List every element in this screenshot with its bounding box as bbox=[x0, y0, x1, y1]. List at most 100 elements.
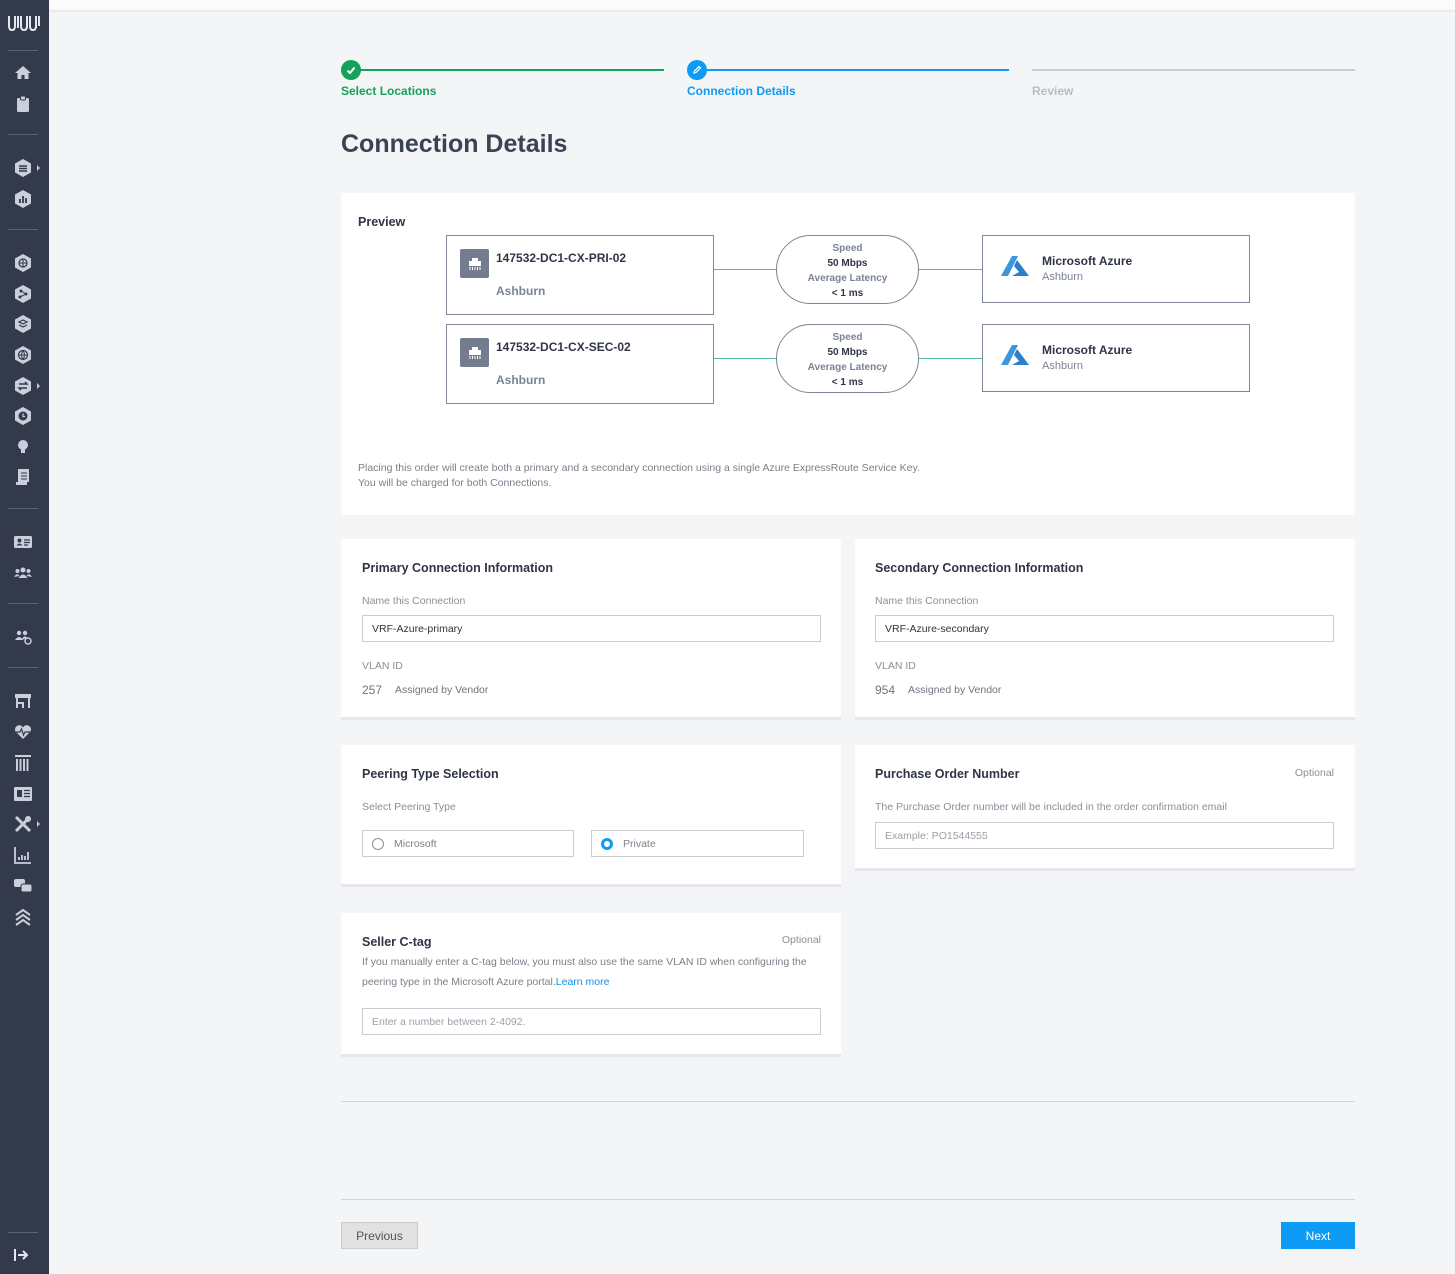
step-connector bbox=[1032, 69, 1355, 71]
card-title: Primary Connection Information bbox=[362, 561, 553, 575]
step-1-complete[interactable] bbox=[341, 60, 361, 80]
port-name: 147532-DC1-CX-SEC-02 bbox=[496, 340, 631, 354]
sidebar-item-reports[interactable] bbox=[12, 844, 34, 866]
sidebar-item-exchange[interactable] bbox=[12, 375, 34, 397]
sidebar-item-home[interactable] bbox=[12, 62, 34, 84]
sidebar-item-tools[interactable] bbox=[12, 813, 34, 835]
sidebar-item-insights[interactable] bbox=[12, 436, 34, 458]
card-title: Purchase Order Number bbox=[875, 767, 1020, 781]
sidebar-item-docs[interactable] bbox=[12, 466, 34, 488]
sidebar-item-marketplace[interactable] bbox=[12, 690, 34, 712]
equinix-logo-icon[interactable] bbox=[7, 12, 41, 34]
connection-name-label: Name this Connection bbox=[362, 595, 466, 607]
latency-value: < 1 ms bbox=[831, 377, 864, 388]
connection-line bbox=[919, 358, 982, 359]
learn-more-link[interactable]: Learn more bbox=[556, 976, 610, 988]
purchase-order-card: Purchase Order Number Optional The Purch… bbox=[855, 745, 1355, 871]
connection-name-label: Name this Connection bbox=[875, 595, 979, 607]
network-hex-icon bbox=[15, 254, 31, 272]
sidebar-divider bbox=[8, 667, 38, 668]
preview-note: Placing this order will create both a pr… bbox=[358, 461, 920, 491]
sidebar-item-billing[interactable] bbox=[12, 752, 34, 774]
chart-hex-icon bbox=[15, 190, 31, 208]
peering-option-microsoft[interactable]: Microsoft bbox=[362, 830, 574, 857]
sidebar-item-analytics[interactable] bbox=[12, 188, 34, 210]
globe-hex-icon bbox=[15, 346, 31, 364]
sidebar-item-health[interactable] bbox=[12, 721, 34, 743]
sidebar-item-connections[interactable] bbox=[12, 283, 34, 305]
submenu-caret-icon bbox=[37, 165, 40, 171]
connection-line bbox=[919, 269, 982, 270]
clock-hex-icon bbox=[15, 407, 31, 425]
radio-button-selected[interactable] bbox=[601, 838, 613, 850]
seller-ctag-input[interactable] bbox=[362, 1008, 821, 1035]
submenu-caret-icon bbox=[37, 821, 40, 827]
provider-location: Ashburn bbox=[1042, 360, 1083, 372]
pencil-icon bbox=[693, 65, 702, 74]
chevrons-up-icon bbox=[15, 908, 31, 926]
step-2-active bbox=[687, 60, 707, 80]
layers-hex-icon bbox=[15, 159, 31, 177]
sidebar-item-global[interactable] bbox=[12, 344, 34, 366]
sidebar-item-user-management[interactable] bbox=[12, 626, 34, 648]
port-location: Ashburn bbox=[496, 284, 546, 298]
connection-line bbox=[714, 358, 776, 359]
seller-ctag-description: If you manually enter a C-tag below, you… bbox=[362, 952, 827, 992]
speed-label: Speed bbox=[832, 243, 863, 254]
sidebar-divider bbox=[8, 603, 38, 604]
radio-label: Private bbox=[623, 838, 656, 850]
vlan-id-value: 257 bbox=[362, 683, 383, 697]
primary-connection-card: Primary Connection Information Name this… bbox=[341, 539, 841, 720]
purchase-order-input[interactable] bbox=[875, 822, 1334, 849]
secondary-connection-name-input[interactable] bbox=[875, 615, 1334, 642]
provider-box: Microsoft Azure Ashburn bbox=[982, 324, 1250, 392]
expand-sidebar-button[interactable] bbox=[10, 1244, 32, 1266]
pillars-icon bbox=[15, 755, 31, 771]
step-1-label[interactable]: Select Locations bbox=[341, 84, 436, 98]
preview-card: Preview 147532-DC1-CX-PRI-02 Ashburn Spe… bbox=[341, 193, 1355, 515]
sidebar-item-stack[interactable] bbox=[12, 313, 34, 335]
previous-button[interactable]: Previous bbox=[341, 1222, 418, 1249]
step-2-label: Connection Details bbox=[687, 84, 796, 98]
sidebar-item-profile[interactable] bbox=[12, 531, 34, 553]
lightbulb-icon bbox=[18, 440, 28, 453]
latency-label: Average Latency bbox=[807, 362, 888, 373]
optional-label: Optional bbox=[1294, 767, 1334, 779]
sidebar-item-network[interactable] bbox=[12, 252, 34, 274]
peering-option-private[interactable]: Private bbox=[591, 830, 804, 857]
next-button[interactable]: Next bbox=[1281, 1222, 1355, 1249]
top-bar bbox=[49, 0, 1455, 10]
provider-box: Microsoft Azure Ashburn bbox=[982, 235, 1250, 303]
speed-value: 50 Mbps bbox=[827, 347, 868, 358]
peering-type-label: Select Peering Type bbox=[362, 801, 456, 813]
provider-location: Ashburn bbox=[1042, 271, 1083, 283]
speed-latency-pill: Speed 50 Mbps Average Latency < 1 ms bbox=[776, 235, 919, 304]
sidebar-item-users[interactable] bbox=[12, 562, 34, 584]
sidebar-item-layers[interactable] bbox=[12, 157, 34, 179]
sidebar-item-history[interactable] bbox=[12, 405, 34, 427]
sidebar-item-more[interactable] bbox=[12, 906, 34, 928]
page-title: Connection Details bbox=[341, 130, 568, 158]
speed-latency-pill: Speed 50 Mbps Average Latency < 1 ms bbox=[776, 324, 919, 393]
port-name: 147532-DC1-CX-PRI-02 bbox=[496, 251, 627, 265]
sidebar-item-orders[interactable] bbox=[12, 93, 34, 115]
sidebar-divider bbox=[8, 229, 38, 230]
sidebar-divider bbox=[8, 508, 38, 509]
radio-button[interactable] bbox=[372, 838, 384, 850]
exchange-hex-icon bbox=[15, 377, 31, 395]
azure-logo-icon bbox=[1001, 345, 1029, 365]
vlan-id-label: VLAN ID bbox=[875, 660, 916, 672]
primary-connection-name-input[interactable] bbox=[362, 615, 821, 642]
card-title: Secondary Connection Information bbox=[875, 561, 1084, 575]
sidebar-item-support[interactable] bbox=[12, 875, 34, 897]
port-icon bbox=[460, 338, 489, 367]
step-connector bbox=[351, 69, 664, 71]
users-settings-icon bbox=[15, 630, 32, 645]
sidebar-item-news[interactable] bbox=[12, 783, 34, 805]
peering-type-card: Peering Type Selection Select Peering Ty… bbox=[341, 745, 841, 887]
divider bbox=[341, 1199, 1355, 1200]
checkmark-icon bbox=[346, 66, 356, 75]
preview-title: Preview bbox=[358, 215, 406, 229]
step-connector bbox=[697, 69, 1009, 71]
azure-logo-icon bbox=[1001, 256, 1029, 276]
